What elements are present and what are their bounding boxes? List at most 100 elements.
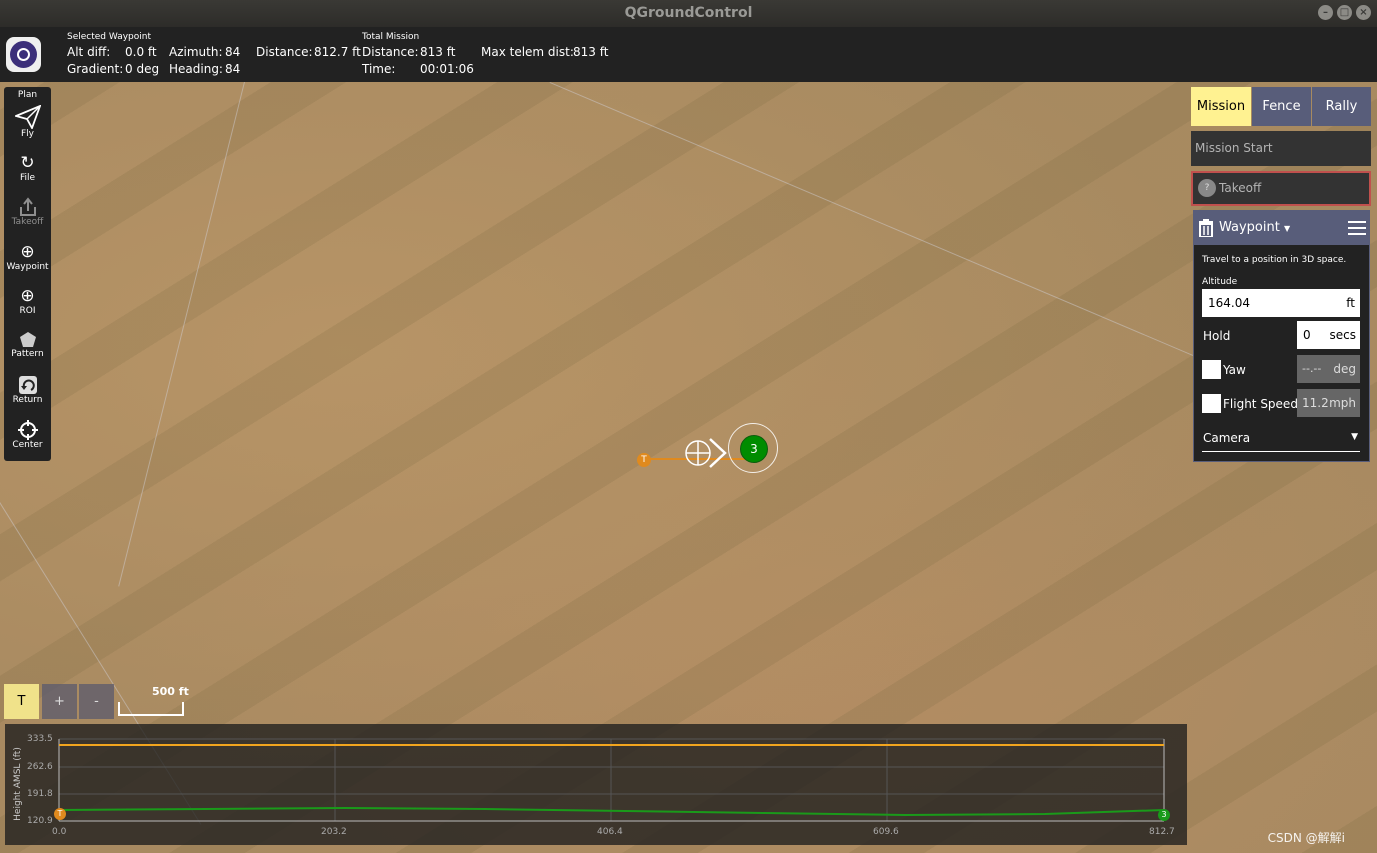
dropdown-caret-icon: ▼ [1283,224,1291,233]
flight-speed-label: Flight Speed [1223,397,1298,411]
heading-label: Heading: [169,62,223,76]
top-status-bar: Selected Waypoint Alt diff: 0.0 ft Azimu… [0,27,1377,82]
profile-xtick: 0.0 [52,827,67,837]
map-road-line [118,82,245,587]
waypoint-description: Travel to a position in 3D space. [1202,255,1347,265]
waypoint-command-dropdown[interactable]: Waypoint ▼ [1219,220,1290,235]
paper-plane-icon [14,105,41,129]
profile-xtick: 406.4 [597,827,623,837]
zoom-in-button[interactable]: + [42,684,77,719]
toolstrip-pattern-label: Pattern [11,349,44,359]
toolstrip-fly-label: Fly [20,129,34,139]
takeoff-item-label: Takeoff [1219,181,1262,195]
profile-xtick: 203.2 [321,827,347,837]
return-icon [18,376,37,394]
zoom-out-button[interactable]: - [79,684,114,719]
flight-speed-unit: mph [1329,396,1356,410]
yaw-label: Yaw [1223,363,1246,377]
total-mission-heading: Total Mission [362,32,420,42]
sync-icon: ↻ [20,153,35,173]
profile-xtick: 812.7 [1149,827,1175,837]
waypoint-editor: Waypoint ▼ Travel to a position in 3D sp… [1193,210,1370,462]
yaw-unit: deg [1333,362,1356,376]
hold-value: 0 [1303,328,1311,342]
window-titlebar: QGroundControl – □ × [0,0,1377,27]
altitude-value: 164.04 [1208,296,1250,310]
waypoint-map-marker[interactable]: 3 [740,435,768,463]
yaw-checkbox[interactable] [1202,360,1221,379]
alt-diff-label: Alt diff: [67,45,111,59]
hold-input[interactable]: 0 secs [1297,321,1360,349]
zoom-takeoff-button[interactable]: T [4,684,39,719]
profile-xtick: 609.6 [873,827,899,837]
altitude-profile-panel: Height AMSL (ft) 333.5 262.6 191.8 120.9… [5,724,1187,845]
tab-fence[interactable]: Fence [1252,87,1311,126]
toolstrip-waypoint-button[interactable]: ⊕ Waypoint [4,242,51,273]
toolstrip-takeoff-label: Takeoff [11,217,44,227]
camera-section-toggle[interactable]: Camera ▼ [1202,425,1360,452]
waypoint-title: Waypoint [1219,220,1280,235]
profile-plot [58,738,1165,822]
scale-bar [118,702,184,716]
waypoint-editor-header: Waypoint ▼ [1194,211,1369,245]
total-time-label: Time: [362,62,396,76]
plan-toolstrip: Plan Fly ↻ File Takeoff ⊕ Waypoint ⊕ ROI… [4,87,51,461]
plus-circle-icon: ⊕ [20,242,35,262]
takeoff-item[interactable]: ? Takeoff [1191,171,1371,206]
gradient-label: Gradient: [67,62,124,76]
azimuth-label: Azimuth: [169,45,223,59]
scale-label: 500 ft [152,685,189,698]
toolstrip-roi-label: ROI [19,306,36,316]
toolstrip-fly-button[interactable]: Fly [4,105,51,140]
max-telem-value: 813 ft [573,45,609,59]
toolstrip-center-button[interactable]: Center [4,420,51,451]
max-telem-label: Max telem dist: [481,45,574,59]
crosshair-icon [17,420,38,440]
hamburger-menu-icon[interactable] [1348,221,1366,235]
toolstrip-file-button[interactable]: ↻ File [4,153,51,184]
altitude-input[interactable]: 164.04 ft [1202,289,1360,317]
plus-circle-icon: ⊕ [20,286,35,306]
maximize-icon[interactable]: □ [1337,5,1352,20]
toolstrip-takeoff-button[interactable]: Takeoff [4,197,51,228]
toolstrip-waypoint-label: Waypoint [6,262,49,272]
distance-label: Distance: [256,45,313,59]
toolstrip-return-button[interactable]: Return [4,375,51,406]
toolstrip-file-label: File [19,173,36,183]
mission-start-item[interactable]: Mission Start [1191,131,1371,166]
watermark: CSDN @解解i [1267,831,1345,845]
qgc-logo-icon [10,41,37,68]
azimuth-value: 84 [225,45,241,59]
total-distance-value: 813 ft [420,45,456,59]
flight-speed-input[interactable]: 11.2 mph [1297,389,1360,417]
camera-label: Camera [1203,431,1251,445]
trash-icon[interactable] [1198,219,1214,237]
toolstrip-center-label: Center [12,440,43,450]
toolstrip-return-label: Return [12,395,43,405]
profile-end-marker: 3 [1158,809,1170,821]
chevron-down-icon: ▼ [1351,432,1358,442]
close-icon[interactable]: × [1356,5,1371,20]
alt-diff-value: 0.0 ft [125,45,157,59]
flight-speed-checkbox[interactable] [1202,394,1221,413]
tab-mission[interactable]: Mission [1191,87,1251,126]
toolstrip-pattern-button[interactable]: Pattern [4,331,51,360]
heading-chevron-icon [709,438,727,468]
pattern-icon [19,332,36,347]
distance-value: 812.7 ft [314,45,361,59]
map-road-line [549,82,1250,380]
yaw-input[interactable]: --.-- deg [1297,355,1360,383]
waypoint-editor-body: Travel to a position in 3D space. Altitu… [1198,245,1365,459]
tab-rally[interactable]: Rally [1312,87,1371,126]
flight-speed-value: 11.2 [1302,396,1329,410]
qgc-logo-button[interactable] [6,37,41,72]
selected-waypoint-heading: Selected Waypoint [67,32,151,42]
takeoff-map-marker[interactable]: T [637,453,651,467]
mission-start-label: Mission Start [1195,141,1273,155]
toolstrip-roi-button[interactable]: ⊕ ROI [4,286,51,317]
gradient-value: 0 deg [125,62,160,76]
altitude-unit: ft [1346,296,1355,310]
minimize-icon[interactable]: – [1318,5,1333,20]
heading-value: 84 [225,62,241,76]
altitude-label: Altitude [1202,277,1238,287]
